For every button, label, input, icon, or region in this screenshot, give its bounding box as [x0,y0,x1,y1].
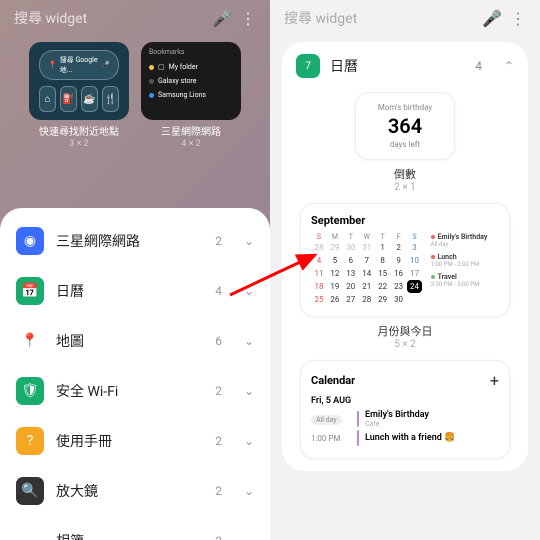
app-icon: ✦ [16,527,44,540]
mic-icon[interactable]: 🎤 [214,10,230,26]
app-icon: ? [16,427,44,455]
countdown-widget[interactable]: Mom's birthday 364 days left [355,92,455,160]
chevron-down-icon[interactable]: ⌄ [244,434,254,448]
app-row[interactable]: 📍 地圖 6 ⌄ [0,316,270,366]
more-icon[interactable]: ⋮ [510,10,526,26]
month-today-widget[interactable]: September SMTWTFS 2829303112345678910111… [300,203,510,317]
chevron-down-icon[interactable]: ⌄ [244,284,254,298]
calendar-icon: 7 [296,54,320,78]
chevron-down-icon[interactable]: ⌄ [244,384,254,398]
chevron-up-icon[interactable]: ⌃ [504,59,514,73]
preview-nearby[interactable]: 📍搜尋 Google 地...🎤 ⌂⛽☕🍴 快速尋找附近地點 3 × 2 [29,42,129,149]
app-icon: 📅 [16,277,44,305]
app-row[interactable]: ? 使用手冊 2 ⌄ [0,416,270,466]
app-row[interactable]: 🛡 安全 Wi-Fi 2 ⌄ [0,366,270,416]
chevron-down-icon[interactable]: ⌄ [244,534,254,540]
app-list-sheet: ◉ 三星網際網路 2 ⌄📅 日曆 4 ⌄📍 地圖 6 ⌄🛡 安全 Wi-Fi 2… [0,208,270,540]
calendar-today-widget[interactable]: Calendar+ Fri, 5 AUG All dayEmily's Birt… [300,360,510,459]
chevron-down-icon[interactable]: ⌄ [244,484,254,498]
app-icon: 🛡 [16,377,44,405]
calendar-widget-card: 7 日曆 4 ⌃ Mom's birthday 364 days left 倒數… [282,42,528,471]
app-row[interactable]: ◉ 三星網際網路 2 ⌄ [0,216,270,266]
chevron-down-icon[interactable]: ⌄ [244,334,254,348]
search-input[interactable]: 搜尋 widget [284,8,474,28]
app-icon: ◉ [16,227,44,255]
widget-previews: 📍搜尋 Google 地...🎤 ⌂⛽☕🍴 快速尋找附近地點 3 × 2 Boo… [0,36,270,153]
app-row[interactable]: 📅 日曆 4 ⌄ [0,266,270,316]
preview-bookmarks[interactable]: Bookmarks ▢My folder Galaxy store Samsun… [141,42,241,149]
more-icon[interactable]: ⋮ [240,10,256,26]
chevron-down-icon[interactable]: ⌄ [244,234,254,248]
search-input[interactable]: 搜尋 widget [14,8,204,28]
app-icon: 🔍 [16,477,44,505]
add-icon[interactable]: + [490,371,499,390]
mic-icon[interactable]: 🎤 [484,10,500,26]
app-row[interactable]: ✦ 相簿 2 ⌄ [0,516,270,540]
app-icon: 📍 [16,327,44,355]
app-row[interactable]: 🔍 放大鏡 2 ⌄ [0,466,270,516]
